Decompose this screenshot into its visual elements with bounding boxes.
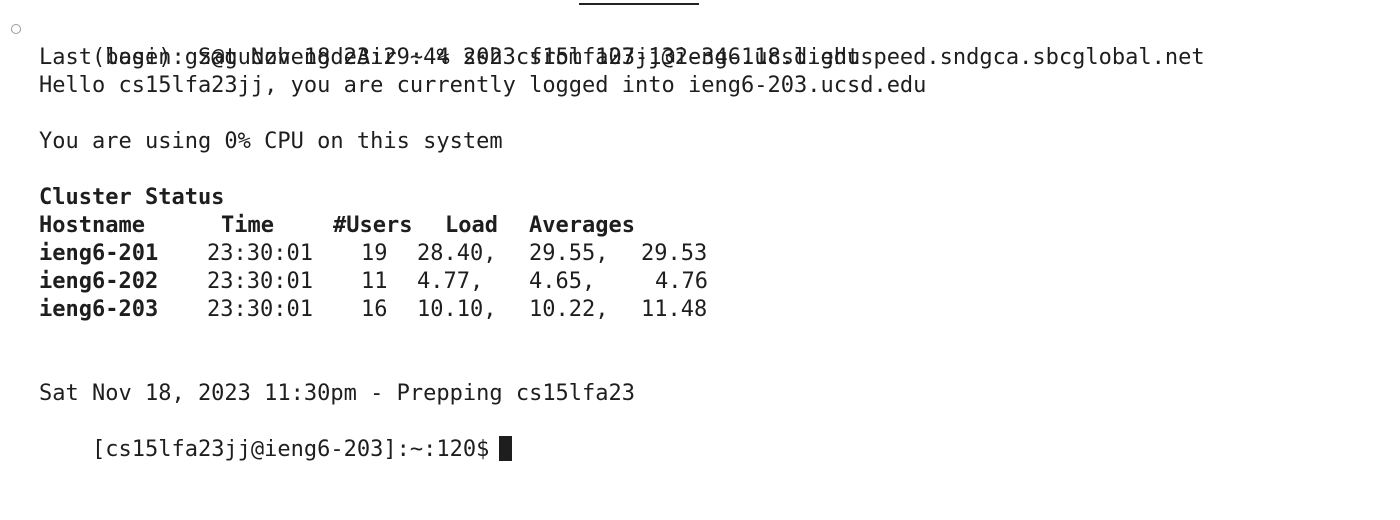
row-load-5: 29.55, xyxy=(529,241,609,266)
header-averages: Averages xyxy=(529,213,635,238)
last-login-line: Last login: Sat Nov 18 23:29:44 2023 fro… xyxy=(39,45,1205,70)
row-load-15: 29.53 xyxy=(641,241,708,266)
row-load-15: 4.76 xyxy=(655,269,708,294)
row-load-15: 11.48 xyxy=(641,297,708,322)
cluster-row: ieng6-203 23:30:01 16 10.10, 10.22, 11.4… xyxy=(0,296,1400,324)
row-load-1: 10.10, xyxy=(417,297,497,322)
terminal-output[interactable]: (base) gz@guozhengdeAir ~ % ssh cs15lfa2… xyxy=(0,16,1400,462)
row-time: 23:30:01 xyxy=(207,297,313,322)
cluster-header-row: Hostname Time #Users Load Averages xyxy=(0,212,1400,240)
row-users: 19 xyxy=(361,241,388,266)
header-load: Load xyxy=(445,213,498,238)
hello-line: Hello cs15lfa23jj, you are currently log… xyxy=(39,73,927,98)
cpu-usage-line: You are using 0% CPU on this system xyxy=(39,129,503,154)
cursor-block-icon xyxy=(499,436,513,461)
cluster-status-title: Cluster Status xyxy=(39,185,225,210)
row-load-5: 4.65, xyxy=(529,269,596,294)
header-time: Time xyxy=(221,213,274,238)
row-time: 23:30:01 xyxy=(207,241,313,266)
cluster-row: ieng6-201 23:30:01 19 28.40, 29.55, 29.5… xyxy=(0,240,1400,268)
row-time: 23:30:01 xyxy=(207,269,313,294)
row-users: 16 xyxy=(361,297,388,322)
command-line: (base) gz@guozhengdeAir ~ % ssh cs15lfa2… xyxy=(0,16,1400,70)
header-hostname: Hostname xyxy=(39,213,145,238)
tab-indicator xyxy=(579,3,699,5)
command-marker-icon[interactable] xyxy=(11,24,21,34)
row-hostname: ieng6-201 xyxy=(39,241,159,266)
row-users: 11 xyxy=(361,269,388,294)
header-users: #Users xyxy=(333,213,413,238)
row-load-1: 4.77, xyxy=(417,269,484,294)
row-hostname: ieng6-202 xyxy=(39,269,159,294)
row-load-5: 10.22, xyxy=(529,297,609,322)
prep-message-line: Sat Nov 18, 2023 11:30pm - Prepping cs15… xyxy=(39,381,636,406)
cluster-row: ieng6-202 23:30:01 11 4.77, 4.65, 4.76 xyxy=(0,268,1400,296)
shell-prompt-line[interactable]: [cs15lfa23jj@ieng6-203]:~:120$ xyxy=(0,408,1400,462)
row-hostname: ieng6-203 xyxy=(39,297,159,322)
shell-prompt: [cs15lfa23jj@ieng6-203]:~:120$ xyxy=(91,437,490,462)
row-load-1: 28.40, xyxy=(417,241,497,266)
